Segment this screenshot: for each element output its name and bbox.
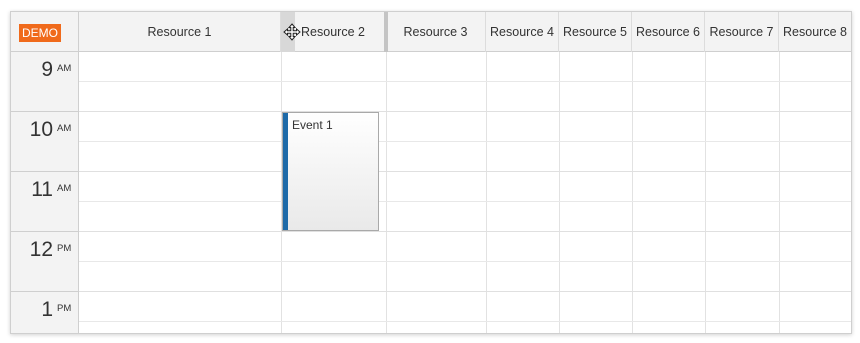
hour-number: 11 [31, 178, 53, 201]
half-hour-line [79, 141, 851, 142]
column-header-resource-5[interactable]: Resource 5 [559, 12, 632, 52]
hour-line [79, 111, 851, 112]
column-header-resource-4[interactable]: Resource 4 [486, 12, 559, 52]
column-header-resource-6[interactable]: Resource 6 [632, 12, 705, 52]
corner-cell: DEMO [11, 12, 79, 52]
resource-header: Resource 1 Resource 2 Resource 3 Resourc… [79, 12, 851, 52]
half-hour-line [79, 201, 851, 202]
column-resize-handle[interactable] [384, 12, 388, 52]
event-box[interactable]: Event 1 [282, 112, 379, 231]
column-header-resource-3[interactable]: Resource 3 [386, 12, 486, 52]
hour-number: 9 [41, 58, 53, 81]
hour-row: 10 AM [11, 112, 79, 172]
hour-line [79, 231, 851, 232]
move-icon[interactable] [283, 23, 301, 41]
hour-ampm: AM [57, 123, 72, 134]
hour-line [79, 171, 851, 172]
hour-line [79, 291, 851, 292]
hour-ampm: AM [57, 63, 72, 74]
hour-ampm: AM [57, 183, 72, 194]
hour-number: 1 [41, 298, 53, 321]
event-color-bar [283, 113, 288, 230]
column-header-resource-7[interactable]: Resource 7 [705, 12, 779, 52]
hour-number: 12 [29, 238, 53, 261]
column-header-resource-1[interactable]: Resource 1 [79, 12, 281, 52]
event-title: Event 1 [292, 118, 333, 132]
column-header-resource-8[interactable]: Resource 8 [779, 12, 851, 52]
hour-ampm: PM [57, 303, 72, 314]
time-axis: 9 AM 10 AM 11 AM 12 PM 1 PM [11, 52, 79, 333]
half-hour-line [79, 261, 851, 262]
hour-ampm: PM [57, 243, 72, 254]
scheduler-grid[interactable]: Event 1 [79, 52, 851, 333]
half-hour-line [79, 321, 851, 322]
calendar: DEMO Resource 1 Resource 2 Resource 3 Re… [10, 11, 852, 334]
hour-row: 11 AM [11, 172, 79, 232]
hour-number: 10 [29, 118, 53, 141]
demo-badge: DEMO [19, 24, 61, 42]
hour-row: 9 AM [11, 52, 79, 112]
hour-row: 12 PM [11, 232, 79, 292]
half-hour-line [79, 81, 851, 82]
hour-row: 1 PM [11, 292, 79, 333]
